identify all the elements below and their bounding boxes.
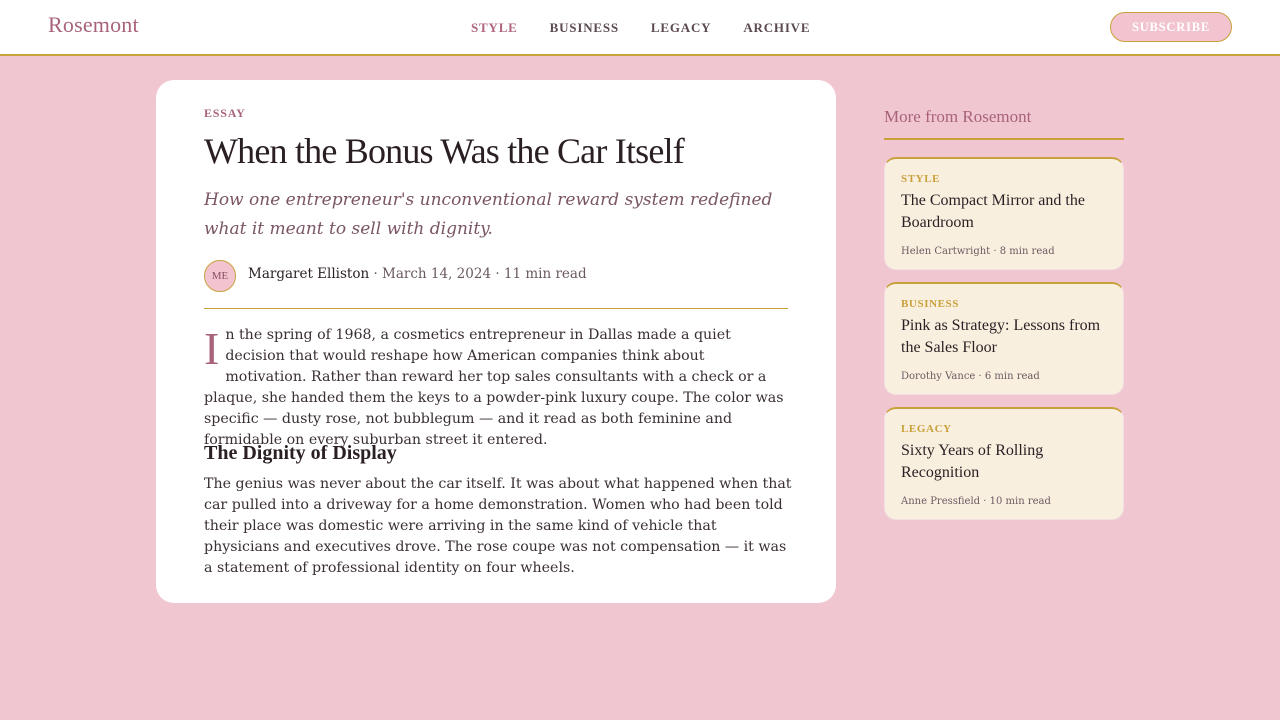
byline: Margaret Elliston · March 14, 2024 · 11 … — [248, 266, 587, 282]
nav-item-legacy[interactable]: LEGACY — [651, 20, 711, 36]
article-paragraph-2: The genius was never about the car itsel… — [204, 476, 792, 576]
nav-item-business[interactable]: BUSINESS — [550, 20, 619, 36]
story-card[interactable]: LEGACY Sixty Years of Rolling Recognitio… — [884, 407, 1124, 520]
nav-item-archive[interactable]: ARCHIVE — [743, 20, 810, 36]
article-paragraph-1: In the spring of 1968, a cosmetics entre… — [204, 325, 790, 451]
article-dek: How one entrepreneur's unconventional re… — [204, 190, 773, 239]
author-avatar[interactable]: ME — [204, 260, 236, 292]
story-title: Sixty Years of Rolling Recognition — [901, 442, 1044, 481]
site-header: Rosemont STYLE BUSINESS LEGACY ARCHIVE S… — [0, 0, 1280, 56]
article-card: ESSAY When the Bonus Was the Car Itself … — [156, 80, 836, 603]
drop-cap: I — [204, 323, 220, 374]
subscribe-button[interactable]: SUBSCRIBE — [1110, 12, 1232, 42]
story-card[interactable]: STYLE The Compact Mirror and the Boardro… — [884, 157, 1124, 270]
divider — [204, 308, 788, 309]
brand-logo[interactable]: Rosemont — [48, 12, 139, 38]
story-meta: Dorothy Vance · 6 min read — [901, 371, 1040, 382]
article-title: When the Bonus Was the Car Itself — [204, 131, 685, 171]
nav-item-style[interactable]: STYLE — [471, 20, 518, 36]
sidebar-title: More from Rosemont — [884, 107, 1032, 126]
article-kicker[interactable]: ESSAY — [204, 106, 246, 121]
story-meta: Anne Pressfield · 10 min read — [901, 496, 1051, 507]
story-meta: Helen Cartwright · 8 min read — [901, 246, 1055, 257]
main-nav: STYLE BUSINESS LEGACY ARCHIVE — [471, 20, 842, 36]
byline-meta: · March 14, 2024 · 11 min read — [369, 266, 587, 282]
story-card[interactable]: BUSINESS Pink as Strategy: Lessons from … — [884, 282, 1124, 395]
sidebar-divider — [884, 138, 1124, 140]
article-subheading: The Dignity of Display — [204, 442, 397, 464]
author-name[interactable]: Margaret Elliston — [248, 266, 369, 282]
story-category: STYLE — [901, 173, 941, 185]
story-category: BUSINESS — [901, 298, 959, 310]
paragraph-1-text: n the spring of 1968, a cosmetics entrep… — [204, 327, 784, 448]
story-title: The Compact Mirror and the Boardroom — [901, 192, 1085, 231]
story-category: LEGACY — [901, 423, 952, 435]
story-title: Pink as Strategy: Lessons from the Sales… — [901, 317, 1101, 356]
